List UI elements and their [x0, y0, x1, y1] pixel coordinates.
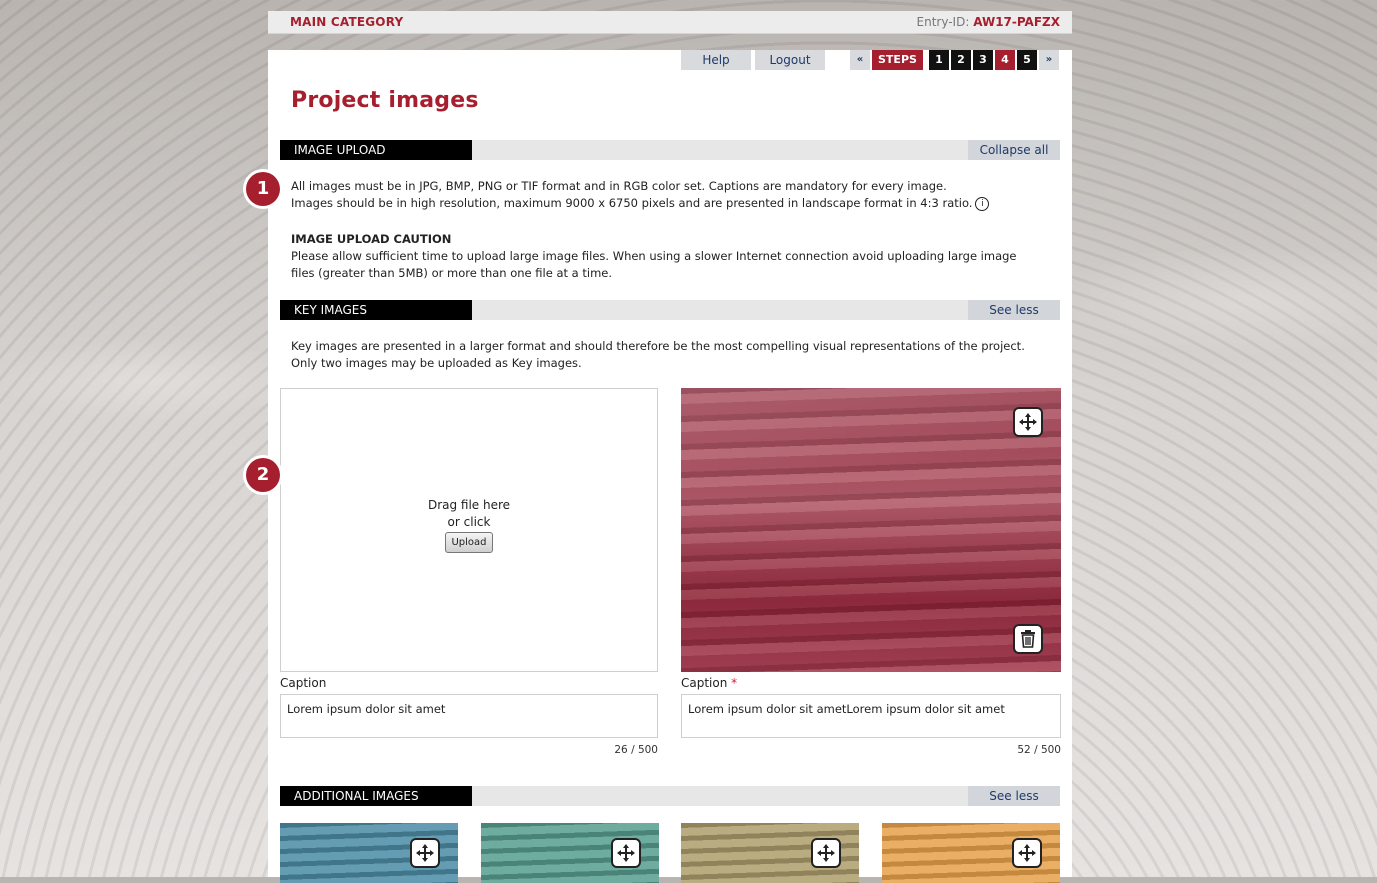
trash-icon[interactable] [1013, 624, 1043, 654]
info-icon[interactable]: i [975, 196, 990, 211]
next-step-button[interactable]: » [1038, 50, 1059, 70]
additional-image-4 [882, 823, 1060, 883]
upload-caution-text: Please allow sufficient time to upload l… [291, 249, 1017, 280]
image-upload-line-1: All images must be in JPG, BMP, PNG or T… [291, 179, 947, 193]
key-image-dropzone[interactable]: Drag file here or click Upload [280, 388, 658, 672]
caption-input-1[interactable]: Lorem ipsum dolor sit amet [280, 694, 658, 738]
move-icon[interactable] [410, 838, 440, 868]
callout-badge-1: 1 [246, 172, 280, 206]
additional-image-2 [481, 823, 659, 883]
logout-button[interactable]: Logout [755, 50, 825, 70]
top-bar: MAIN CATEGORY Entry-ID: AW17-PAFZX [268, 11, 1072, 34]
key-images-description: Key images are presented in a larger for… [291, 339, 1025, 370]
image-upload-heading: IMAGE UPLOAD [280, 140, 472, 160]
step-2[interactable]: 2 [950, 50, 971, 70]
upload-button[interactable]: Upload [445, 532, 493, 553]
entry-id-value: AW17-PAFZX [973, 15, 1060, 29]
key-images-heading: KEY IMAGES [280, 300, 472, 320]
caption-required-2: * [731, 676, 738, 690]
move-icon[interactable] [1012, 838, 1042, 868]
caption-counter-2: 52 / 500 [1017, 744, 1061, 756]
key-images-see-less-button[interactable]: See less [968, 300, 1060, 320]
key-images-section-bar: KEY IMAGES See less [280, 300, 1060, 320]
collapse-all-button[interactable]: Collapse all [968, 140, 1060, 160]
caption-label-2-text: Caption [681, 676, 728, 690]
caption-counter-1: 26 / 500 [614, 744, 658, 756]
key-image-preview [681, 388, 1061, 672]
upload-caution-title: IMAGE UPLOAD CAUTION [291, 232, 452, 246]
additional-images-see-less-button[interactable]: See less [968, 786, 1060, 806]
entry-id: Entry-ID: AW17-PAFZX [917, 11, 1061, 33]
nav-row: Help Logout « STEPS 1 2 3 4 5 » [268, 50, 1072, 72]
dropzone-text: Drag file here or click Upload [281, 497, 657, 553]
step-5[interactable]: 5 [1016, 50, 1037, 70]
steps-nav: « STEPS 1 2 3 4 5 » [850, 50, 1059, 70]
upload-caution: IMAGE UPLOAD CAUTION Please allow suffic… [291, 231, 1061, 282]
move-icon[interactable] [811, 838, 841, 868]
caption-label-1: Caption [280, 676, 326, 690]
image-upload-line-2-wrap: Images should be in high resolution, max… [291, 195, 1061, 212]
main-category: MAIN CATEGORY [290, 15, 404, 29]
move-icon[interactable] [1013, 407, 1043, 437]
entry-id-label: Entry-ID: [916, 15, 970, 29]
step-1[interactable]: 1 [928, 50, 949, 70]
dropzone-line-1: Drag file here [427, 498, 511, 512]
step-4[interactable]: 4 [994, 50, 1015, 70]
caption-label-2: Caption * [681, 676, 737, 690]
dropzone-line-2: or click [447, 515, 491, 529]
help-button[interactable]: Help [681, 50, 751, 70]
step-3[interactable]: 3 [972, 50, 993, 70]
move-icon[interactable] [611, 838, 641, 868]
additional-images-heading: ADDITIONAL IMAGES [280, 786, 472, 806]
image-upload-info: All images must be in JPG, BMP, PNG or T… [291, 178, 1061, 212]
steps-label: STEPS [872, 50, 923, 70]
callout-badge-2: 2 [246, 458, 280, 492]
page-title: Project images [291, 88, 479, 113]
caption-label-1-text: Caption [280, 676, 327, 690]
image-upload-section-bar: IMAGE UPLOAD Collapse all [280, 140, 1060, 160]
prev-step-button[interactable]: « [850, 50, 870, 70]
additional-images-section-bar: ADDITIONAL IMAGES See less [280, 786, 1060, 806]
caption-input-2[interactable]: Lorem ipsum dolor sit ametLorem ipsum do… [681, 694, 1061, 738]
additional-image-1 [280, 823, 458, 883]
image-upload-line-2: Images should be in high resolution, max… [291, 196, 973, 210]
main-panel: Help Logout « STEPS 1 2 3 4 5 » Project … [268, 50, 1072, 883]
additional-image-3 [681, 823, 859, 883]
